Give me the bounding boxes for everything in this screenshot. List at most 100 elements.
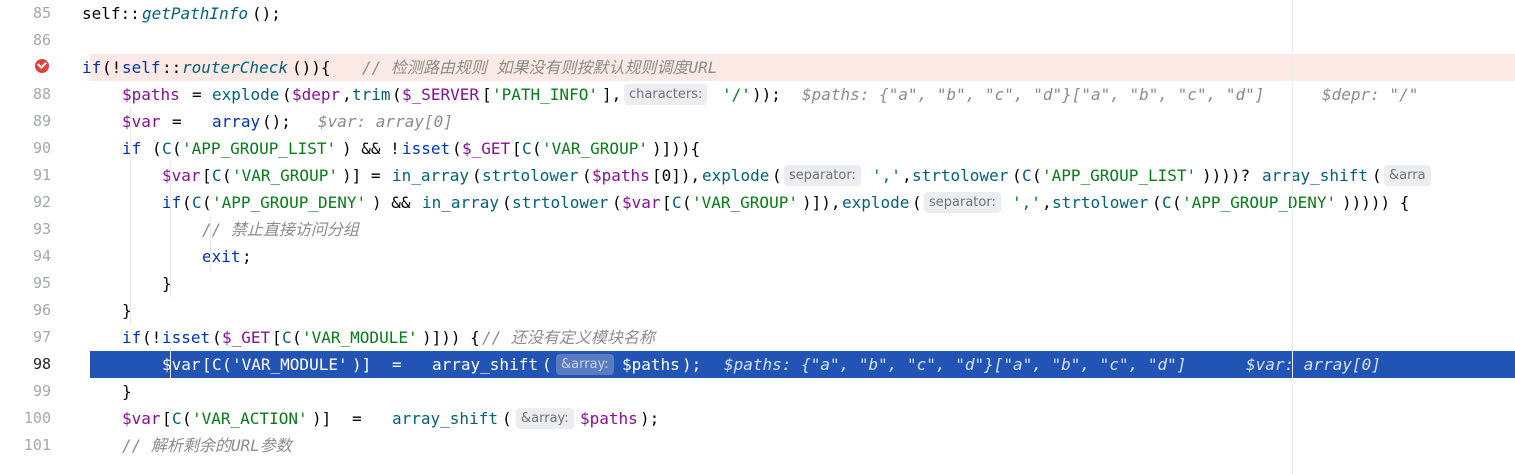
code-token: , (1042, 193, 1052, 212)
gutter-line[interactable]: 92 (0, 189, 78, 216)
code-token: 'APP_GROUP_DENY' (1182, 193, 1337, 212)
gutter-line[interactable]: 98 (0, 351, 78, 378)
code-token: exit (202, 247, 241, 266)
code-token: )])) { (422, 328, 480, 347)
gutter-line[interactable]: 100 (0, 405, 78, 432)
line-number: 98 (32, 355, 51, 373)
code-token: ( (542, 355, 552, 374)
code-token: array_shift (432, 355, 538, 374)
code-line[interactable]: } (90, 270, 1515, 297)
code-area[interactable]: self:: getPathInfo ();if (! self:: routerChec… (82, 0, 1515, 474)
indent-guide (170, 351, 171, 378)
gutter-line[interactable]: 86 (0, 27, 78, 54)
gutter-line[interactable]: 99 (0, 378, 78, 405)
code-token: $paths (580, 409, 638, 428)
code-line[interactable]: $paths = explode($depr, trim($_SERVER['PATH… (90, 81, 1515, 108)
indent-guide (130, 108, 131, 324)
line-number: 100 (23, 409, 51, 427)
code-token: strtolower (912, 166, 1009, 185)
code-token: $paths (122, 85, 180, 104)
code-token: ( (292, 328, 302, 347)
code-token: $_GET (222, 328, 271, 347)
code-token: [ (272, 328, 282, 347)
gutter-line[interactable]: 88 (0, 81, 78, 108)
line-number: 90 (32, 139, 51, 157)
code-comment: // 还没有定义模块名称 (482, 328, 655, 347)
line-number: 101 (23, 436, 51, 454)
code-token: ) && (372, 193, 421, 212)
code-token: [ (662, 193, 672, 212)
gutter-line[interactable]: 85 (0, 0, 78, 27)
code-token: explode (702, 166, 770, 185)
code-line[interactable]: $var = array (); $var: array[0] (90, 108, 1515, 135)
code-token: [ (512, 139, 522, 158)
gutter-line[interactable]: 101 (0, 432, 78, 459)
line-number: 85 (32, 4, 51, 22)
gutter-line[interactable]: 95 (0, 270, 78, 297)
code-token: C (162, 139, 172, 158)
code-token: )] = (342, 166, 381, 185)
code-comment: // 解析剩余的URL参数 (122, 436, 292, 455)
parameter-hint: &arra (1384, 165, 1431, 186)
code-line[interactable]: exit; (90, 243, 1515, 270)
code-token: ], (602, 85, 622, 104)
line-number: 91 (32, 166, 51, 184)
current-execution-line[interactable]: $var[C('VAR_MODULE')] = array_shift(&array… (90, 351, 1515, 378)
code-token: $_SERVER (402, 85, 480, 104)
code-token: 'VAR_GROUP' (232, 166, 338, 185)
code-token: C (672, 193, 682, 212)
code-line[interactable]: if(C('APP_GROUP_DENY') && in_array(strto… (90, 189, 1515, 216)
line-number: 94 (32, 247, 51, 265)
code-token: ( (202, 193, 212, 212)
code-token: )])){ (652, 139, 701, 158)
code-line[interactable]: if(C('APP_GROUP_LIST') && ! isset($_GET[C… (90, 135, 1515, 162)
code-token: ( (532, 139, 542, 158)
code-line[interactable] (90, 27, 1515, 54)
code-token: '/' (722, 85, 751, 104)
code-token: $var (162, 166, 201, 185)
code-line[interactable]: self:: getPathInfo (); (82, 0, 1515, 27)
code-token: 'APP_GROUP_LIST' (182, 139, 337, 158)
code-token: $var (122, 112, 161, 131)
code-line[interactable]: if (! isset($_GET[C('VAR_MODULE')])) {// 还… (90, 324, 1515, 351)
code-token: C (172, 409, 182, 428)
code-line[interactable]: // 禁止直接访问分组 (90, 216, 1515, 243)
indent-guide (210, 216, 211, 270)
code-token: ( (282, 85, 292, 104)
breakpoint-icon[interactable] (35, 59, 49, 73)
gutter-line[interactable]: 90 (0, 135, 78, 162)
code-token: strtolower (512, 193, 609, 212)
code-line[interactable]: $var[C('VAR_GROUP')] = in_array(strtolowe… (90, 162, 1515, 189)
code-line[interactable]: } (90, 378, 1515, 405)
inline-debug-value: $var: array[0] (318, 112, 453, 131)
code-token: ( (182, 193, 192, 212)
code-token: ( (222, 166, 232, 185)
code-line[interactable]: } (90, 297, 1515, 324)
gutter-line[interactable]: 93 (0, 216, 78, 243)
parameter-hint: &array: (556, 354, 614, 375)
code-token: )]), (802, 193, 841, 212)
code-token: ( (1172, 193, 1182, 212)
gutter-line[interactable]: 89 (0, 108, 78, 135)
code-line[interactable]: $var[C('VAR_ACTION')] = array_shift(&array… (90, 405, 1515, 432)
code-token: isset (402, 139, 451, 158)
code-token: ( (1152, 193, 1162, 212)
code-token: ( (152, 139, 162, 158)
inline-debug-value: $depr: "/" (1322, 85, 1419, 104)
code-token: $_GET (462, 139, 511, 158)
code-token: $paths (622, 355, 680, 374)
code-comment: // 禁止直接访问分组 (202, 220, 359, 239)
code-token: (); (252, 4, 281, 23)
code-token: routerCheck (182, 58, 288, 77)
code-line[interactable]: // 解析剩余的URL参数 (90, 432, 1515, 459)
code-token: C (522, 139, 532, 158)
gutter-line[interactable]: 97 (0, 324, 78, 351)
code-token: [ (202, 355, 212, 374)
gutter-line[interactable]: 96 (0, 297, 78, 324)
code-editor[interactable]: 85 86 88 89 90 91 92 93 94 95 96 97 98 99 100 101 self:… (0, 0, 1515, 474)
gutter-line[interactable]: 91 (0, 162, 78, 189)
code-token: ',' (1012, 193, 1041, 212)
gutter-line[interactable]: 94 (0, 243, 78, 270)
code-token: )); (752, 85, 781, 104)
breakpoint-line[interactable]: if (! self:: routerCheck()){// 检测路由规则 如果没有则… (82, 54, 1515, 81)
